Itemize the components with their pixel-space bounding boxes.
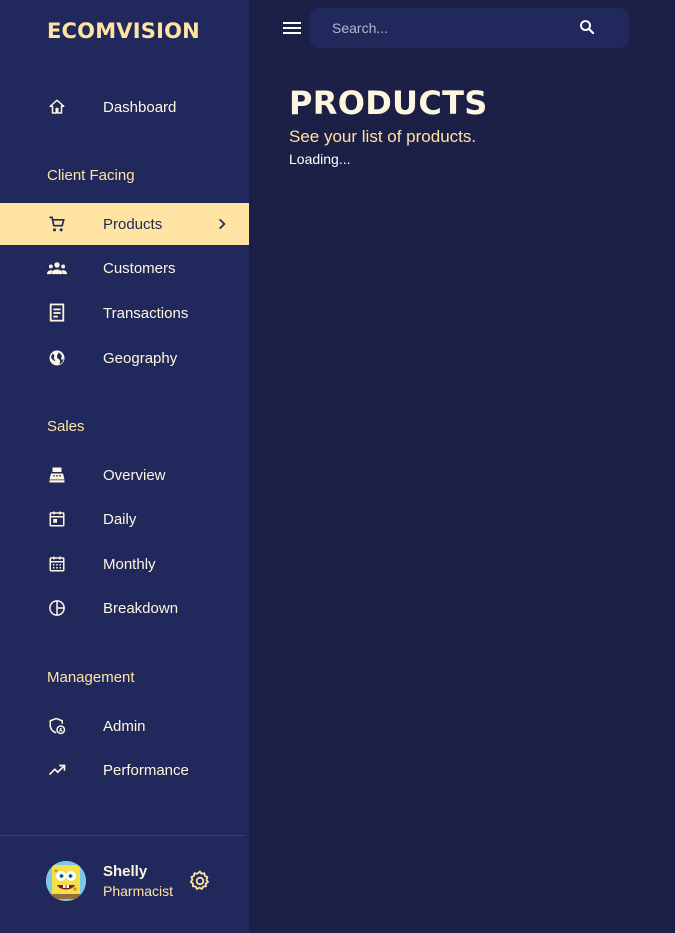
sidebar-item-label: Performance [103,761,189,779]
pie-chart-icon [47,598,67,618]
sidebar-item-label: Monthly [103,555,156,573]
sidebar-item-geography[interactable]: Geography [0,337,249,379]
calendar-month-icon [47,554,67,574]
menu-icon[interactable] [281,17,303,39]
sidebar-divider [0,835,244,836]
sidebar-item-label: Products [103,215,163,233]
home-icon [47,97,67,117]
page-title: PRODUCTS [289,84,488,122]
trending-up-icon [47,760,67,780]
groups-icon [47,258,67,278]
point-of-sale-icon [47,465,67,485]
loading-status: Loading... [289,151,351,167]
sidebar-item-dashboard[interactable]: Dashboard [0,86,249,128]
sidebar-item-admin[interactable]: Admin [0,705,249,747]
section-management: Management [47,669,135,686]
search-input[interactable] [332,18,562,38]
sidebar-item-breakdown[interactable]: Breakdown [0,587,249,629]
page-subtitle: See your list of products. [289,127,477,146]
admin-shield-icon [47,716,67,736]
sidebar: ECOMVISION Dashboard Client Facing Produ… [0,0,249,933]
sidebar-item-transactions[interactable]: Transactions [0,292,249,334]
avatar[interactable] [46,861,86,901]
sidebar-item-label: Breakdown [103,599,179,617]
user-role: Pharmacist [103,883,174,899]
sidebar-item-label: Customers [103,259,176,277]
sidebar-item-performance[interactable]: Performance [0,749,249,791]
sidebar-item-daily[interactable]: Daily [0,498,249,540]
receipt-icon [47,303,67,323]
chevron-right-icon [215,217,229,231]
cart-icon [47,214,67,234]
sidebar-item-label: Geography [103,349,178,367]
sidebar-item-label: Admin [103,717,146,735]
sidebar-item-customers[interactable]: Customers [0,247,249,289]
sidebar-item-products[interactable]: Products [0,203,249,245]
sidebar-item-label: Overview [103,466,166,484]
gear-icon[interactable] [188,869,212,893]
sidebar-item-label: Dashboard [103,98,177,116]
calendar-today-icon [47,509,67,529]
sidebar-item-monthly[interactable]: Monthly [0,543,249,585]
globe-icon [47,348,67,368]
sidebar-item-overview[interactable]: Overview [0,454,249,496]
sidebar-item-label: Transactions [103,304,189,322]
search-bar [310,8,629,48]
section-client-facing: Client Facing [47,167,135,184]
brand-logo[interactable]: ECOMVISION [47,19,200,43]
search-icon[interactable] [578,18,598,38]
user-name: Shelly [103,863,148,880]
section-sales: Sales [47,418,85,435]
sidebar-item-label: Daily [103,510,137,528]
